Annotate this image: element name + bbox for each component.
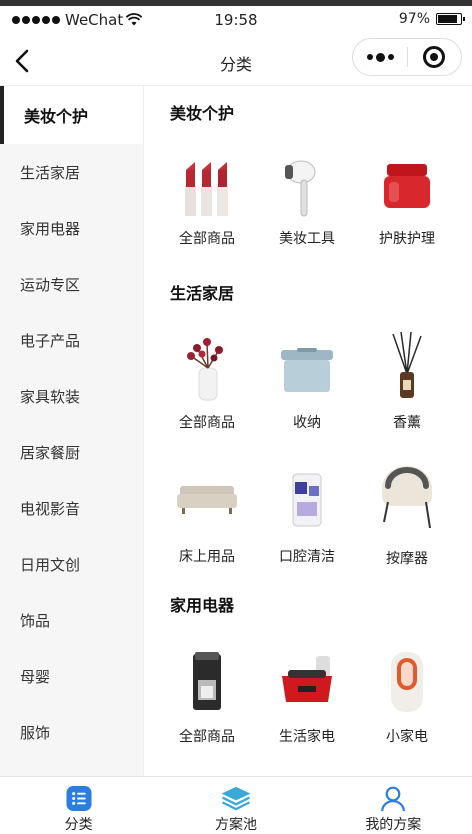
product-category-label: 护肤护理: [379, 231, 435, 247]
hair-dryer-icon: [285, 160, 316, 217]
more-dots-icon: [366, 54, 373, 60]
product-category-label: 全部商品: [179, 729, 235, 745]
sidebar-item-baby[interactable]: 母婴: [0, 648, 143, 704]
product-category-storage[interactable]: 收纳: [257, 330, 357, 432]
close-mini-program-button[interactable]: [408, 39, 461, 75]
tab-plan-pool[interactable]: 方案池: [157, 777, 314, 834]
product-category-all-beauty[interactable]: 全部商品: [157, 156, 257, 248]
product-category-label: 收纳: [293, 415, 321, 431]
section-title-home-living: 生活家居: [170, 284, 235, 303]
product-category-label: 口腔清洁: [279, 549, 335, 565]
lipstick-icon: [185, 162, 228, 216]
product-category-aromatherapy[interactable]: 香薰: [357, 330, 457, 432]
electric-grill-icon: [282, 656, 332, 702]
sidebar-item-tv-audio[interactable]: 电视影音: [0, 480, 143, 536]
sidebar-item-apparel[interactable]: 服饰: [0, 704, 143, 760]
product-category-label: 小家电: [386, 729, 428, 745]
sidebar-item-stationery[interactable]: 日用文创: [0, 536, 143, 592]
product-category-skin-care[interactable]: 护肤护理: [357, 156, 457, 248]
category-content: 美妆个护 全部商品 美妆工具 护肤护理 生活家居 全部商品 收纳 香薰 床上用品…: [144, 86, 472, 776]
tab-label: 方案池: [214, 817, 257, 833]
product-category-label: 床上用品: [179, 549, 235, 565]
list-icon: [66, 785, 92, 812]
tab-my-plans[interactable]: 我的方案: [315, 777, 472, 834]
heater-icon: [391, 652, 423, 712]
product-category-home-appliances[interactable]: 生活家电: [257, 646, 357, 746]
tab-label: 分类: [64, 817, 93, 833]
sidebar-item-jewelry[interactable]: 饰品: [0, 592, 143, 648]
sidebar-item-furniture[interactable]: 家具软装: [0, 368, 143, 424]
target-ring-icon: [423, 46, 446, 68]
sidebar-item-electronics[interactable]: 电子产品: [0, 312, 143, 368]
toothpaste-icon: [292, 473, 322, 527]
product-category-beauty-tools[interactable]: 美妆工具: [257, 156, 357, 248]
more-button[interactable]: [353, 39, 407, 75]
coffee-machine-icon: [193, 652, 221, 710]
category-sidebar: 美妆个护 生活家居 家用电器 运动专区 电子产品 家具软装 居家餐厨 电视影音 …: [0, 86, 144, 776]
battery-icon: [436, 13, 465, 25]
product-category-label: 按摩器: [386, 551, 428, 567]
product-category-label: 香薰: [393, 415, 421, 431]
section-title-appliances: 家用电器: [170, 596, 235, 615]
bottom-tab-bar: 分类 方案池 我的方案: [0, 776, 472, 834]
reed-diffuser-icon: [392, 331, 422, 398]
product-category-massager[interactable]: 按摩器: [357, 462, 457, 568]
sidebar-item-home-living[interactable]: 生活家居: [0, 144, 143, 200]
neck-massager-icon: [382, 466, 432, 529]
product-category-bedding[interactable]: 床上用品: [157, 464, 257, 566]
app-root: WeChat 19:58 97% 分类 美妆个护 生活家居 家用电器 运动专区 …: [0, 0, 472, 834]
product-category-label: 生活家电: [279, 729, 335, 745]
flower-vase-icon: [187, 338, 223, 401]
battery-group: 97%: [398, 11, 465, 27]
cream-jar-icon: [384, 164, 430, 208]
product-category-all-appliances[interactable]: 全部商品: [157, 646, 257, 746]
product-category-label: 美妆工具: [279, 231, 335, 247]
tab-category[interactable]: 分类: [0, 777, 157, 834]
layers-icon: [221, 786, 251, 811]
section-title-beauty: 美妆个护: [170, 104, 235, 123]
nav-bar: 分类: [0, 38, 472, 86]
product-category-oral-care[interactable]: 口腔清洁: [257, 464, 357, 566]
sofa-icon: [177, 486, 237, 514]
product-category-label: 全部商品: [179, 415, 235, 431]
status-bar: WeChat 19:58 97%: [0, 0, 472, 38]
storage-box-icon: [281, 348, 333, 392]
sidebar-item-beauty[interactable]: 美妆个护: [0, 86, 143, 144]
sidebar-item-sports[interactable]: 运动专区: [0, 256, 143, 312]
product-category-small-appliances[interactable]: 小家电: [357, 646, 457, 746]
sidebar-item-kitchen[interactable]: 居家餐厨: [0, 424, 143, 480]
battery-percent: 97%: [398, 11, 430, 27]
product-category-all-home[interactable]: 全部商品: [157, 330, 257, 432]
tab-label: 我的方案: [365, 817, 422, 833]
user-icon: [381, 786, 406, 812]
sidebar-item-appliances[interactable]: 家用电器: [0, 200, 143, 256]
mini-program-capsule: [352, 38, 462, 76]
product-category-label: 全部商品: [179, 231, 235, 247]
